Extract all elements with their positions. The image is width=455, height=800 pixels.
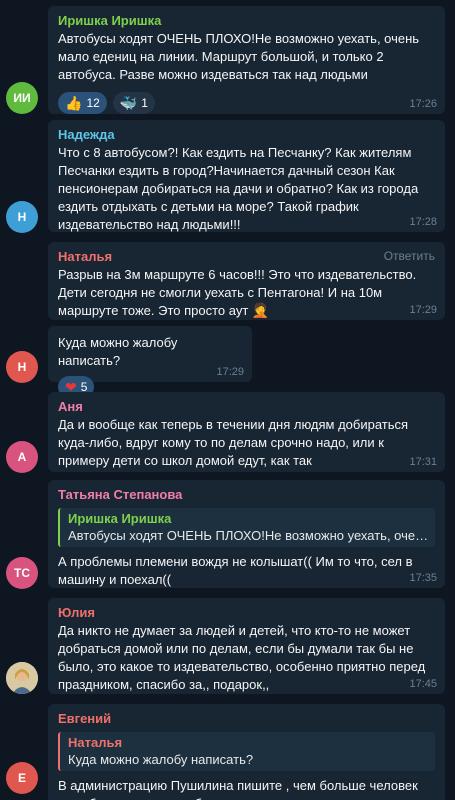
message-text: Да и вообще как теперь в течении дня люд… <box>58 417 409 468</box>
sender-name[interactable]: Наталья <box>58 248 435 266</box>
avatar[interactable]: Е <box>6 762 38 794</box>
reactions-bar: 👍 12 🐳 1 <box>58 92 435 114</box>
reaction-count: 12 <box>86 96 100 110</box>
chat-history[interactable]: Иришка Иришка Автобусы ходят ОЧЕНЬ ПЛОХО… <box>0 0 455 800</box>
avatar-photo[interactable] <box>6 662 38 694</box>
sender-name[interactable]: Татьяна Степанова <box>58 486 435 504</box>
quote-sender: Наталья <box>68 735 123 750</box>
avatar[interactable]: ИИ <box>6 82 38 114</box>
message-time: 17:28 <box>409 216 437 228</box>
message-time: 17:29 <box>216 366 244 378</box>
whale-icon: 🐳 <box>119 95 138 111</box>
message-text: А проблемы племени вождя не колышат(( Им… <box>58 554 413 587</box>
message-time: 17:29 <box>409 304 437 316</box>
message-time: 17:26 <box>409 98 437 110</box>
user-photo-icon <box>6 662 38 694</box>
avatar[interactable]: Н <box>6 351 38 383</box>
message-text: В администрацию Пушилина пишите , чем бо… <box>58 778 433 800</box>
sender-name[interactable]: Надежда <box>58 126 435 144</box>
message-bubble[interactable]: Надежда Что с 8 автобусом?! Как ездить н… <box>48 120 445 232</box>
message-time: 17:45 <box>409 678 437 690</box>
message-bubble[interactable]: Наталья Ответить Разрыв на 3м маршруте 6… <box>48 242 445 320</box>
thumbs-up-icon: 👍 <box>65 95 83 111</box>
message-bubble[interactable]: Аня Да и вообще как теперь в течении дня… <box>48 392 445 472</box>
reaction-whale[interactable]: 🐳 1 <box>112 92 155 114</box>
message-text: Разрыв на 3м маршруте 6 часов!!! Это что… <box>58 266 435 320</box>
message-text: Автобусы ходят ОЧЕНЬ ПЛОХО!Не возможно у… <box>58 31 420 82</box>
message-bubble[interactable]: Татьяна Степанова Иришка Иришка Автобусы… <box>48 480 445 588</box>
message-time: 17:35 <box>409 572 437 584</box>
sender-name[interactable]: Иришка Иришка <box>58 12 435 30</box>
reaction-count: 1 <box>141 96 148 110</box>
reply-quote[interactable]: Наталья Куда можно жалобу написать? <box>58 732 435 771</box>
reaction-thumbs-up[interactable]: 👍 12 <box>58 92 107 114</box>
reply-button[interactable]: Ответить <box>384 249 435 263</box>
message-bubble[interactable]: Иришка Иришка Автобусы ходят ОЧЕНЬ ПЛОХО… <box>48 6 445 114</box>
sender-name[interactable]: Аня <box>58 398 435 416</box>
quote-text: Куда можно жалобу написать? <box>68 752 254 767</box>
quote-text: Автобусы ходят ОЧЕНЬ ПЛОХО!Не возможно у… <box>68 528 435 543</box>
message-bubble[interactable]: Юлия Да никто не думает за людей и детей… <box>48 598 445 694</box>
message-time: 17:31 <box>409 456 437 468</box>
reply-quote[interactable]: Иришка Иришка Автобусы ходят ОЧЕНЬ ПЛОХО… <box>58 508 435 547</box>
quote-sender: Иришка Иришка <box>68 511 172 526</box>
message-text: Да никто не думает за людей и детей, что… <box>58 623 426 692</box>
sender-name[interactable]: Евгений <box>58 710 435 728</box>
message-text: Куда можно жалобу написать? <box>58 335 178 368</box>
avatar[interactable]: Н <box>6 201 38 233</box>
message-bubble[interactable]: Куда можно жалобу написать? ❤ 5 17:29 <box>48 326 252 398</box>
sender-name[interactable]: Юлия <box>58 604 435 622</box>
message-bubble[interactable]: Евгений Наталья Куда можно жалобу написа… <box>48 704 445 800</box>
avatar[interactable]: ТС <box>6 557 38 589</box>
facepalm-icon: 🤦 <box>251 302 270 318</box>
message-text: Что с 8 автобусом?! Как ездить на Песчан… <box>58 145 419 232</box>
message-text-body: Разрыв на 3м маршруте 6 часов!!! Это что… <box>58 267 417 318</box>
avatar[interactable]: А <box>6 441 38 473</box>
